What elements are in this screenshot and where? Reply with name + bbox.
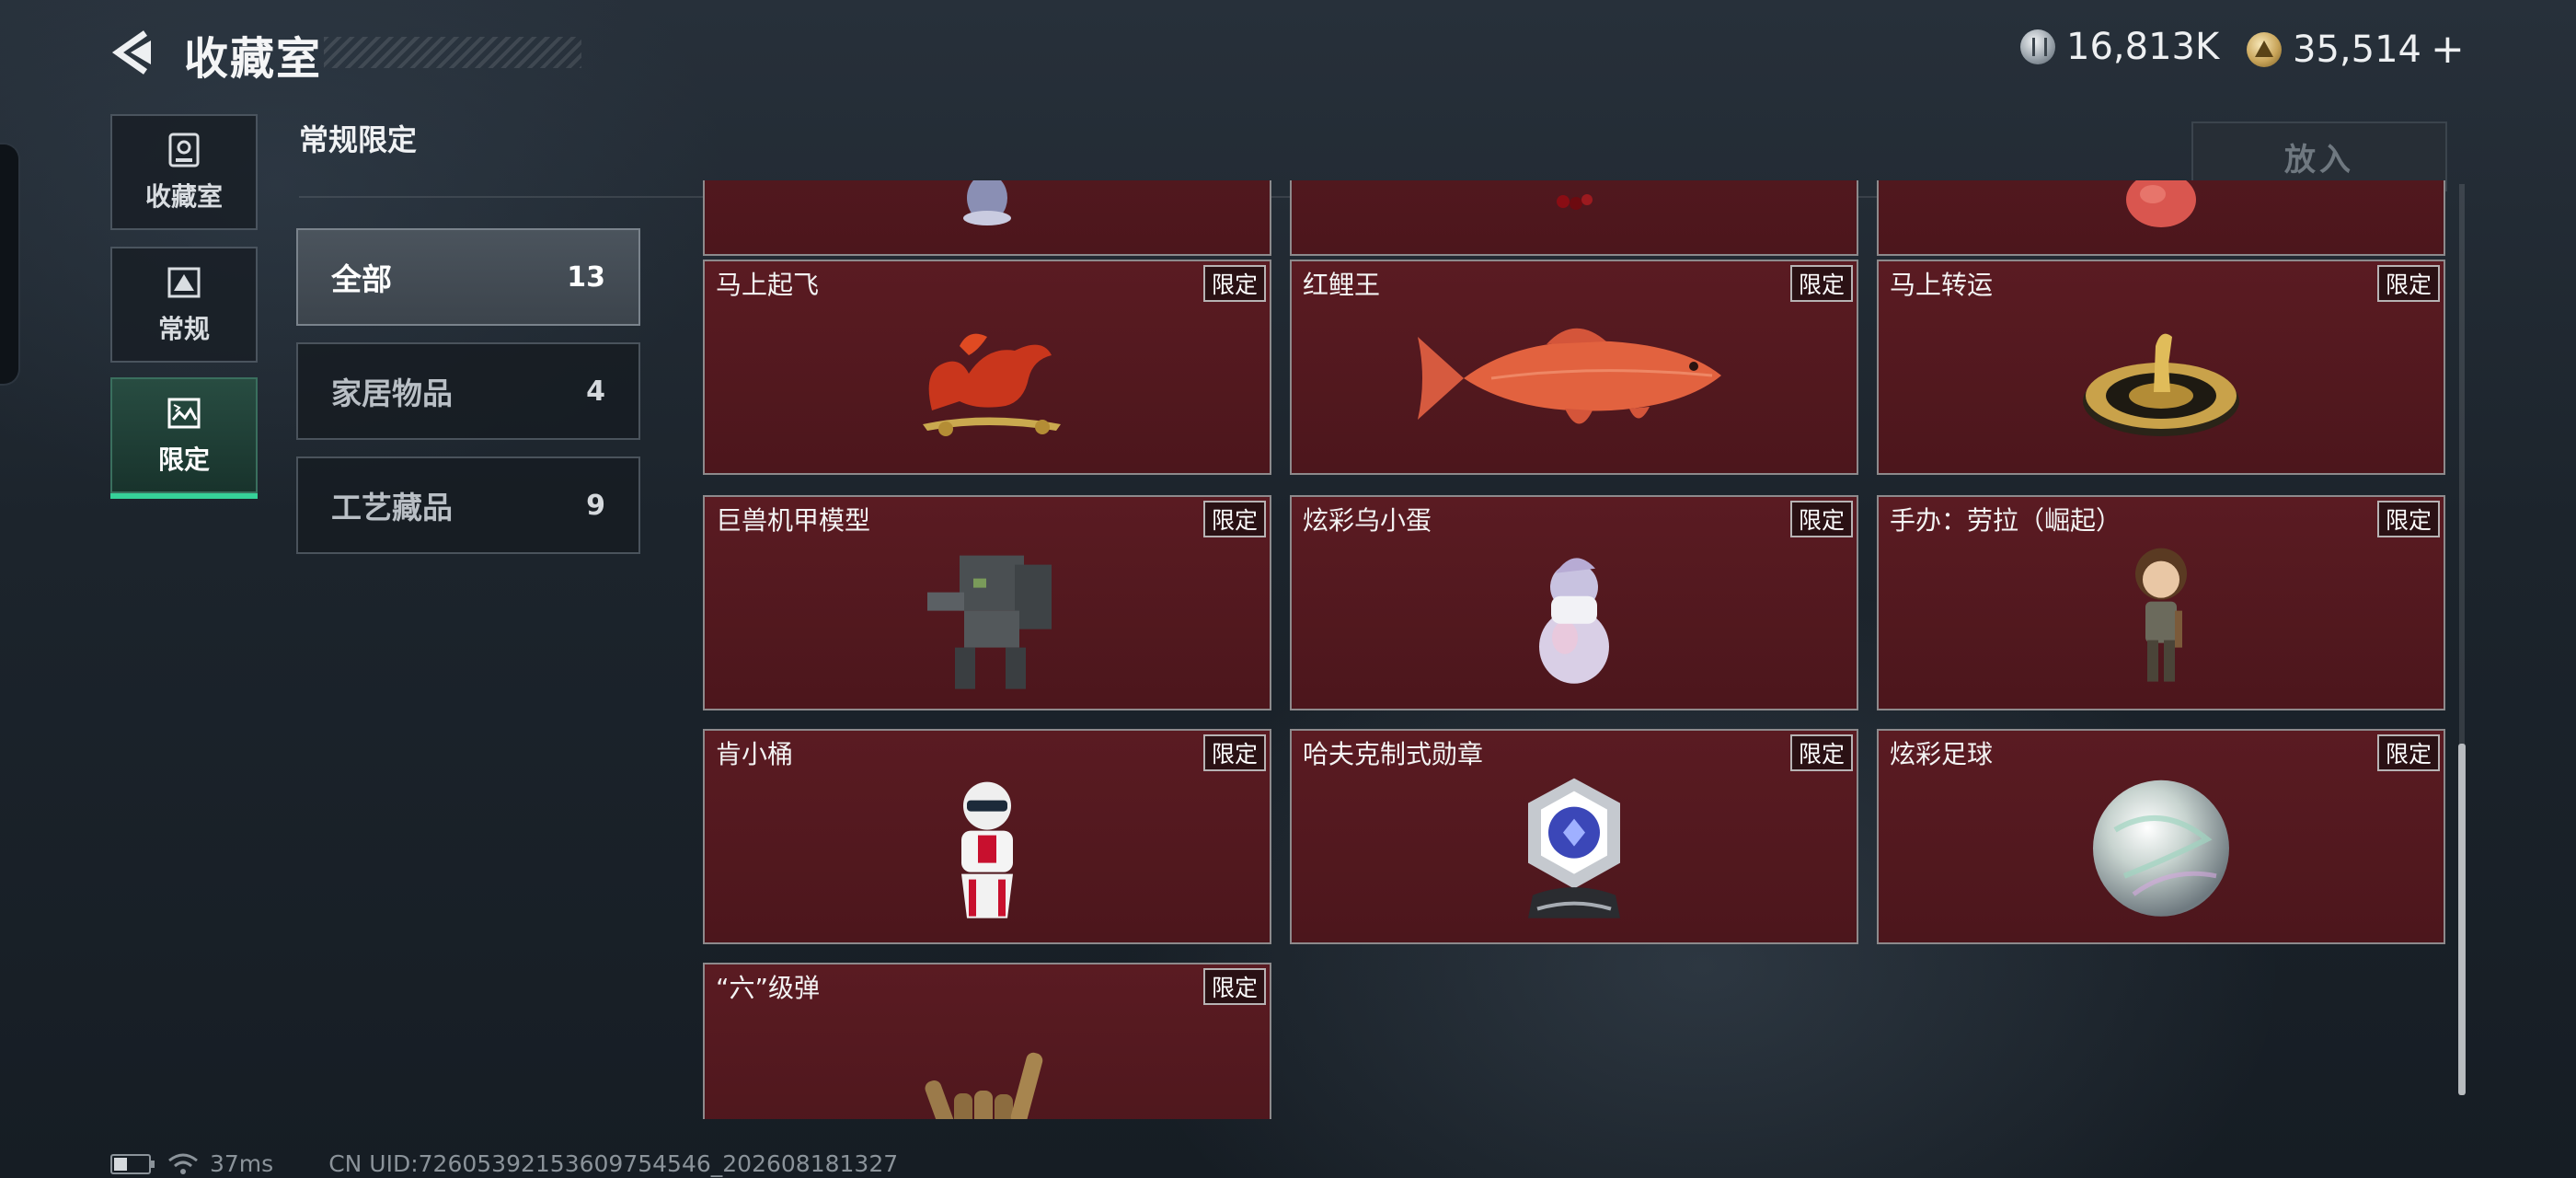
card-name: 炫彩足球 [1890, 739, 1994, 769]
collection-card[interactable]: 巨兽机甲模型 限定 [703, 495, 1271, 710]
medal-icon [1528, 778, 1620, 918]
picture-icon [167, 267, 201, 298]
category-label: 全部 [331, 261, 392, 297]
category-count: 13 [567, 260, 605, 294]
collection-card[interactable]: 炫彩足球 限定 [1877, 729, 2445, 944]
category-all[interactable]: 全部 13 [296, 228, 640, 326]
berries-icon [1557, 194, 1593, 210]
scrollbar-thumb[interactable] [2458, 744, 2466, 1095]
wifi-icon [168, 1153, 198, 1174]
title-decoration [324, 37, 581, 68]
collection-card[interactable]: 肯小桶 限定 [703, 729, 1271, 944]
limited-badge: 限定 [2377, 501, 2440, 537]
collection-card[interactable] [1877, 180, 2445, 256]
ping-value: 37ms [210, 1150, 274, 1177]
lara-figure-icon [2135, 548, 2187, 682]
side-tab-collection[interactable]: 收藏室 [110, 114, 258, 230]
status-bar: 37ms CN UID:72605392153609754546_2026081… [110, 1150, 898, 1177]
limited-picture-icon [167, 398, 201, 429]
trophy-icon [168, 133, 200, 167]
red-carp-icon [1418, 328, 1721, 424]
kfc-figure-icon [961, 781, 1013, 918]
card-name: 哈夫克制式勋章 [1303, 739, 1484, 769]
user-uid: CN UID:72605392153609754546_202608181327 [328, 1150, 899, 1177]
category-label: 工艺藏品 [331, 490, 453, 525]
mech-model-icon [927, 555, 1052, 689]
limited-badge: 限定 [2377, 734, 2440, 771]
category-household[interactable]: 家居物品 4 [296, 342, 640, 440]
category-count: 4 [586, 375, 605, 408]
collection-card[interactable]: 手办：劳拉（崛起） 限定 [1877, 495, 2445, 710]
limited-badge: 限定 [1203, 265, 1266, 302]
limited-badge: 限定 [2377, 265, 2440, 302]
limited-badge: 限定 [1203, 734, 1266, 771]
card-name: 手办：劳拉（崛起） [1890, 505, 2122, 536]
add-currency-icon[interactable]: + [2431, 26, 2465, 73]
collection-card[interactable]: 哈夫克制式勋章 限定 [1290, 729, 1858, 944]
collection-card[interactable] [703, 180, 1271, 256]
device-edge-notch [0, 143, 20, 386]
limited-badge: 限定 [1790, 734, 1853, 771]
limited-badge: 限定 [1203, 501, 1266, 537]
card-name: 红鲤王 [1303, 270, 1381, 300]
hand-sign-icon [925, 1052, 1043, 1119]
egg-figure-icon [1539, 558, 1609, 684]
card-name: 巨兽机甲模型 [716, 505, 871, 536]
limited-badge: 限定 [1203, 968, 1266, 1005]
side-tab-label: 限定 [157, 445, 210, 475]
gold-currency[interactable]: 35,514 + [2247, 26, 2465, 73]
page-title: 收藏室 [184, 33, 323, 85]
card-name: 肯小桶 [716, 739, 794, 769]
category-crafts[interactable]: 工艺藏品 9 [296, 456, 640, 554]
category-label: 家居物品 [331, 375, 453, 411]
side-tab-limited[interactable]: 限定 [110, 377, 258, 499]
limited-badge: 限定 [1790, 501, 1853, 537]
section-title: 常规限定 [299, 122, 418, 157]
collection-card[interactable] [1290, 180, 1858, 256]
gold-coin-icon [2247, 31, 2282, 67]
card-name: 马上起飞 [716, 270, 820, 300]
collection-card[interactable]: 马上转运 限定 [1877, 260, 2445, 475]
golden-horse-compass-icon [2083, 333, 2239, 436]
card-name: 马上转运 [1890, 270, 1994, 300]
category-count: 9 [586, 489, 605, 522]
collection-card[interactable]: “六”级弹 限定 [703, 963, 1271, 1119]
side-tab-regular[interactable]: 常规 [110, 247, 258, 363]
gold-currency-value: 35,514 [2293, 28, 2421, 71]
silver-coin-icon [2020, 29, 2055, 64]
card-name: 炫彩乌小蛋 [1303, 505, 1432, 536]
silver-currency-value: 16,813K [2066, 26, 2220, 68]
collection-card[interactable]: 马上起飞 限定 [703, 260, 1271, 475]
side-tab-label: 常规 [157, 314, 210, 344]
side-tab-label: 收藏室 [144, 181, 223, 212]
peach-icon [2126, 180, 2196, 227]
card-name: “六”级弹 [716, 973, 821, 1003]
limited-badge: 限定 [1790, 265, 1853, 302]
battery-icon [110, 1153, 155, 1174]
iridescent-ball-icon [2093, 780, 2229, 917]
silver-currency: 16,813K [2020, 26, 2219, 68]
red-horse-icon [923, 333, 1061, 436]
collection-card[interactable]: 红鲤王 限定 [1290, 260, 1858, 475]
back-arrow-icon[interactable] [109, 28, 158, 77]
figurine-icon [963, 180, 1011, 225]
collection-card[interactable]: 炫彩乌小蛋 限定 [1290, 495, 1858, 710]
collection-grid[interactable]: 马上起飞 限定 红鲤王 限定 马上转运 限定 巨兽机甲模型 限定 炫彩乌小蛋 限… [699, 180, 2447, 1119]
